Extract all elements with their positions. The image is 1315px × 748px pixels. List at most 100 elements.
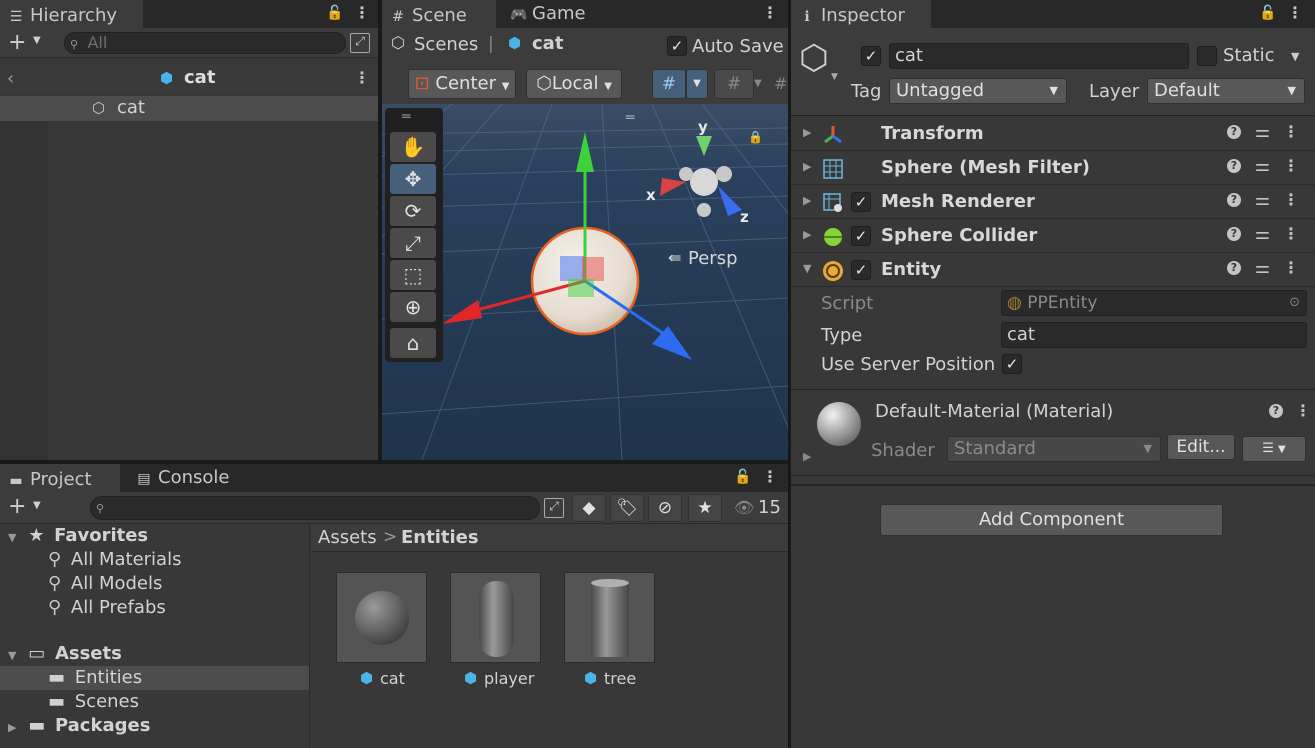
component-transform[interactable]: ▶ Transform ? ⚌ ⋮ (791, 118, 1315, 151)
component-mesh-renderer[interactable]: ▶ ✓ Mesh Renderer ? ⚌ ⋮ (791, 186, 1315, 219)
tab-hierarchy[interactable]: ☰ Hierarchy (0, 0, 143, 28)
transform-tool[interactable]: ⊕ (390, 292, 436, 322)
icon-dropdown-arrow-icon[interactable]: ▼ (831, 72, 838, 82)
hierarchy-scene-header[interactable]: ‹ ⬢ cat ⋮ (0, 64, 378, 94)
lock-icon[interactable]: 🔓 (326, 5, 343, 21)
kebab-menu-icon[interactable]: ⋮ (1295, 401, 1311, 420)
settings-sliders-icon[interactable]: ⚌ (1255, 224, 1270, 244)
favorites-row[interactable]: ▼ ★ Favorites (0, 524, 309, 548)
folder-row[interactable]: ▬ Scenes (0, 690, 309, 714)
breadcrumb-entities[interactable]: Entities (401, 527, 479, 548)
kebab-menu-icon[interactable]: ⋮ (762, 467, 778, 486)
filter-label-button[interactable]: 🏷 (610, 494, 644, 522)
add-icon[interactable]: + (8, 30, 26, 55)
grid-snap-dropdown[interactable]: ▼ (686, 69, 708, 99)
settings-sliders-icon[interactable]: ⚌ (1255, 122, 1270, 142)
orientation-gizmo[interactable]: y x z (646, 116, 756, 226)
gizmo-lock-icon[interactable]: 🔒 (748, 130, 763, 144)
scene-viewport[interactable]: y x z 🔒 Persp ⇚ ═ ═ ✋ ✥ ⟳ ⤢ ⬚ ⊕ ⌂ (382, 104, 788, 460)
search-options-icon[interactable]: ⤢ (350, 33, 370, 53)
favorite-item[interactable]: ⚲ All Models (0, 572, 309, 596)
scale-tool[interactable]: ⤢ (390, 228, 436, 258)
tag-dropdown[interactable]: Untagged ▼ (889, 78, 1067, 104)
help-icon[interactable]: ? (1269, 404, 1283, 418)
packages-row[interactable]: ▶ ▬ Packages (0, 714, 309, 738)
add-icon[interactable]: + (8, 494, 26, 519)
grid-snap-button[interactable]: # (652, 69, 686, 99)
project-search-field[interactable]: ⚲ (90, 496, 540, 520)
settings-sliders-icon[interactable]: ⚌ (1255, 156, 1270, 176)
shader-edit-button[interactable]: Edit... (1167, 434, 1235, 460)
breadcrumb-assets[interactable]: Assets (318, 527, 377, 548)
favorite-item[interactable]: ⚲ All Prefabs (0, 596, 309, 620)
breadcrumb-scenes[interactable]: Scenes (414, 34, 478, 55)
tab-game[interactable]: 🎮 Game (502, 0, 622, 28)
kebab-menu-icon[interactable]: ⋮ (1283, 224, 1299, 243)
component-enabled-checkbox[interactable]: ✓ (851, 226, 871, 246)
assets-row[interactable]: ▼ ▭ Assets (0, 642, 309, 666)
layer-dropdown[interactable]: Default ▼ (1147, 78, 1305, 104)
static-dropdown-arrow-icon[interactable]: ▼ (1291, 50, 1299, 63)
more-tools-icon[interactable]: # (774, 74, 787, 93)
dropdown-arrow-icon[interactable]: ▼ (33, 500, 41, 511)
add-component-button[interactable]: Add Component (880, 504, 1223, 536)
increment-snap-button[interactable]: # (714, 69, 754, 99)
rotate-tool[interactable]: ⟳ (390, 196, 436, 226)
component-mesh-filter[interactable]: ▶ Sphere (Mesh Filter) ? ⚌ ⋮ (791, 152, 1315, 185)
expand-arrow-icon[interactable]: ▶ (803, 450, 811, 463)
kebab-menu-icon[interactable]: ⋮ (354, 3, 370, 22)
kebab-menu-icon[interactable]: ⋮ (1283, 190, 1299, 209)
folder-row-selected[interactable]: ▬ Entities (0, 666, 309, 690)
shader-options-button[interactable]: ☰ ▼ (1242, 436, 1306, 462)
kebab-menu-icon[interactable]: ⋮ (1283, 258, 1299, 277)
asset-item[interactable]: ⬢ cat (336, 572, 427, 692)
filter-type-button[interactable]: ◆ (572, 494, 606, 522)
active-checkbox[interactable]: ✓ (861, 46, 881, 66)
help-icon[interactable]: ? (1227, 159, 1241, 173)
search-options-icon[interactable]: ⤢ (544, 498, 564, 518)
tab-scene[interactable]: # Scene (382, 0, 496, 28)
settings-sliders-icon[interactable]: ⚌ (1255, 258, 1270, 278)
breadcrumb-current[interactable]: cat (532, 33, 563, 54)
component-sphere-collider[interactable]: ▶ ✓ Sphere Collider ? ⚌ ⋮ (791, 220, 1315, 253)
dropdown-arrow-icon[interactable]: ▼ (33, 35, 41, 46)
hierarchy-search-field[interactable]: ⚲ All (64, 32, 346, 54)
pivot-rotation-dropdown[interactable]: ⬡Local ▼ (526, 69, 622, 99)
gameobject-cube-icon[interactable]: ⬡ (799, 38, 829, 78)
scene-kebab-icon[interactable]: ⋮ (354, 68, 370, 87)
visibility-icon[interactable]: 👁 (734, 498, 754, 517)
kebab-menu-icon[interactable]: ⋮ (1287, 3, 1303, 22)
hierarchy-row-selected[interactable]: ⬡ cat (0, 96, 378, 121)
asset-item[interactable]: ⬢ player (450, 572, 541, 692)
back-chevron-icon[interactable]: ‹ (7, 68, 14, 89)
persp-label[interactable]: Persp (688, 248, 738, 269)
lock-icon[interactable]: 🔓 (1259, 5, 1276, 21)
snap-dropdown-arrow-icon[interactable]: ▼ (754, 78, 762, 89)
help-icon[interactable]: ? (1227, 261, 1241, 275)
shader-dropdown[interactable]: Standard ▼ (947, 436, 1161, 462)
hand-tool[interactable]: ✋ (390, 132, 436, 162)
favorite-item[interactable]: ⚲ All Materials (0, 548, 309, 572)
overlay-drag-handle-icon[interactable]: ═ (402, 109, 410, 125)
component-enabled-checkbox[interactable]: ✓ (851, 192, 871, 212)
static-checkbox[interactable] (1197, 46, 1217, 66)
tab-inspector[interactable]: ℹ Inspector (791, 0, 931, 28)
tab-console[interactable]: ▤ Console (128, 464, 248, 492)
pivot-mode-dropdown[interactable]: ⊡ Center ▼ (408, 69, 516, 99)
lock-icon[interactable]: 🔓 (734, 469, 751, 485)
rect-tool[interactable]: ⬚ (390, 260, 436, 290)
custom-tool[interactable]: ⌂ (390, 328, 436, 358)
kebab-menu-icon[interactable]: ⋮ (1283, 156, 1299, 175)
filter-log-button[interactable]: ⊘ (648, 494, 682, 522)
help-icon[interactable]: ? (1227, 193, 1241, 207)
component-entity[interactable]: ▼ ✓ Entity ? ⚌ ⋮ (791, 254, 1315, 287)
type-field[interactable]: cat (1001, 322, 1307, 348)
kebab-menu-icon[interactable]: ⋮ (1283, 122, 1299, 141)
settings-sliders-icon[interactable]: ⚌ (1255, 190, 1270, 210)
move-tool[interactable]: ✥ (390, 164, 436, 194)
object-name-field[interactable]: cat (889, 43, 1189, 69)
scene-kebab-icon[interactable]: ⋮ (762, 3, 778, 22)
favorites-filter-button[interactable]: ★ (688, 494, 722, 522)
server-position-checkbox[interactable]: ✓ (1002, 354, 1022, 374)
auto-save-checkbox[interactable]: ✓ (667, 36, 687, 56)
